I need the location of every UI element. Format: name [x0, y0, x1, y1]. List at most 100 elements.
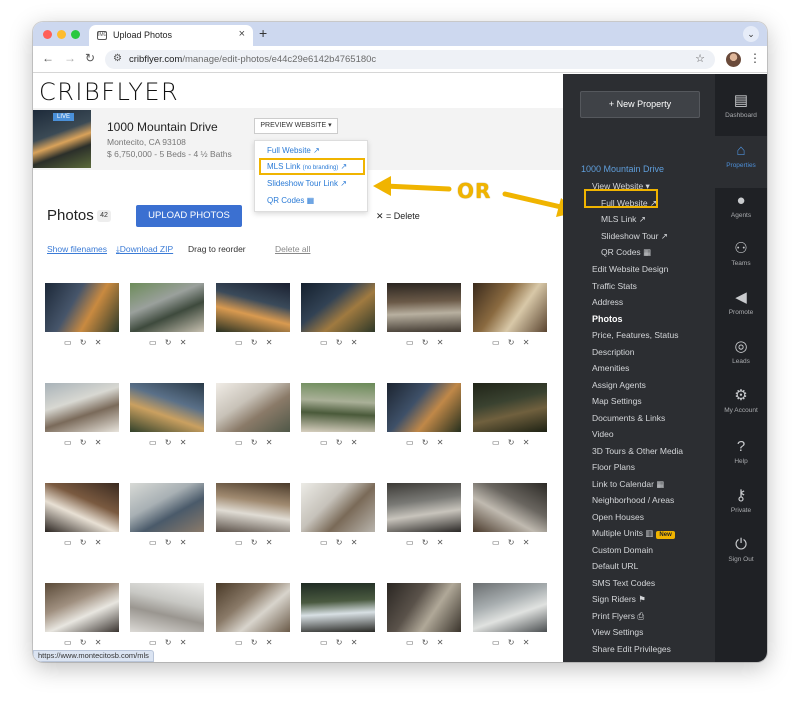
rotate-icon[interactable]: ↻: [336, 338, 351, 347]
cribflyer-logo[interactable]: CRIBFLYER: [39, 78, 179, 106]
nav-item-properties[interactable]: ⌂ Properties: [715, 142, 767, 169]
photo-thumbnail[interactable]: [45, 483, 119, 532]
nav-item-teams[interactable]: ⚇ Teams: [715, 240, 767, 267]
sidebar-item-default-url[interactable]: Default URL: [592, 561, 638, 571]
rotate-icon[interactable]: ↻: [508, 338, 523, 347]
photo-thumbnail[interactable]: [387, 283, 461, 332]
preview-website-button[interactable]: PREVIEW WEBSITE ▾: [254, 118, 338, 134]
sidebar-item-link-to-calendar[interactable]: Link to Calendar ▦: [592, 479, 664, 490]
rotate-icon[interactable]: ↻: [80, 438, 95, 447]
delete-all-link[interactable]: Delete all: [275, 244, 310, 254]
rotate-icon[interactable]: ↻: [251, 338, 266, 347]
delete-icon[interactable]: ✕: [95, 538, 105, 547]
rotate-icon[interactable]: ↻: [165, 538, 180, 547]
close-window-button[interactable]: [43, 30, 52, 39]
comment-icon[interactable]: ▭: [492, 338, 508, 347]
sidebar-item-address[interactable]: Address: [592, 297, 623, 307]
comment-icon[interactable]: ▭: [406, 638, 422, 647]
delete-icon[interactable]: ✕: [95, 338, 105, 347]
nav-item-sign-out[interactable]: ⏻ Sign Out: [715, 536, 767, 563]
delete-icon[interactable]: ✕: [351, 438, 361, 447]
dropdown-item-full-website[interactable]: Full Website ↗: [267, 146, 320, 155]
sidebar-item-3d-tours-other-media[interactable]: 3D Tours & Other Media: [592, 446, 683, 456]
minimize-window-button[interactable]: [57, 30, 66, 39]
sidebar-item-assign-agents[interactable]: Assign Agents: [592, 380, 646, 390]
delete-icon[interactable]: ✕: [180, 538, 190, 547]
sidebar-item-custom-domain[interactable]: Custom Domain: [592, 545, 653, 555]
delete-icon[interactable]: ✕: [437, 538, 447, 547]
rotate-icon[interactable]: ↻: [165, 438, 180, 447]
photo-thumbnail[interactable]: [130, 483, 204, 532]
comment-icon[interactable]: ▭: [406, 438, 422, 447]
delete-icon[interactable]: ✕: [180, 638, 190, 647]
delete-icon[interactable]: ✕: [437, 638, 447, 647]
rotate-icon[interactable]: ↻: [80, 638, 95, 647]
new-property-button[interactable]: + New Property: [580, 91, 700, 118]
sidebar-item-traffic-stats[interactable]: Traffic Stats: [592, 281, 637, 291]
rotate-icon[interactable]: ↻: [251, 538, 266, 547]
comment-icon[interactable]: ▭: [64, 538, 80, 547]
maximize-window-button[interactable]: [71, 30, 80, 39]
photo-thumbnail[interactable]: [387, 483, 461, 532]
photo-thumbnail[interactable]: [216, 583, 290, 632]
nav-item-agents[interactable]: ● Agents: [715, 192, 767, 219]
rotate-icon[interactable]: ↻: [422, 338, 437, 347]
delete-icon[interactable]: ✕: [266, 438, 276, 447]
rotate-icon[interactable]: ↻: [422, 438, 437, 447]
comment-icon[interactable]: ▭: [235, 638, 251, 647]
photo-thumbnail[interactable]: [45, 283, 119, 332]
photo-thumbnail[interactable]: [216, 383, 290, 432]
delete-icon[interactable]: ✕: [523, 438, 533, 447]
photo-thumbnail[interactable]: [301, 483, 375, 532]
delete-icon[interactable]: ✕: [266, 538, 276, 547]
comment-icon[interactable]: ▭: [320, 638, 336, 647]
photo-thumbnail[interactable]: [216, 483, 290, 532]
dropdown-item-qr-codes[interactable]: QR Codes ▦: [267, 196, 314, 205]
photo-thumbnail[interactable]: [301, 383, 375, 432]
rotate-icon[interactable]: ↻: [251, 438, 266, 447]
photo-thumbnail[interactable]: [473, 583, 547, 632]
comment-icon[interactable]: ▭: [64, 638, 80, 647]
comment-icon[interactable]: ▭: [149, 638, 165, 647]
rotate-icon[interactable]: ↻: [508, 438, 523, 447]
rotate-icon[interactable]: ↻: [508, 538, 523, 547]
sidebar-item-share-edit-privileges[interactable]: Share Edit Privileges: [592, 644, 671, 654]
comment-icon[interactable]: ▭: [320, 438, 336, 447]
nav-item-my-account[interactable]: ⚙ My Account: [715, 387, 767, 414]
sidebar-item-slideshow-tour[interactable]: Slideshow Tour ↗: [601, 231, 668, 242]
comment-icon[interactable]: ▭: [235, 538, 251, 547]
rotate-icon[interactable]: ↻: [422, 538, 437, 547]
comment-icon[interactable]: ▭: [406, 338, 422, 347]
rotate-icon[interactable]: ↻: [251, 638, 266, 647]
sidebar-item-qr-codes[interactable]: QR Codes ▦: [601, 247, 651, 258]
photo-thumbnail[interactable]: [130, 283, 204, 332]
tab-close-icon[interactable]: ×: [239, 28, 245, 40]
photo-thumbnail[interactable]: [130, 583, 204, 632]
sidebar-item-documents-links[interactable]: Documents & Links: [592, 413, 665, 423]
delete-icon[interactable]: ✕: [523, 638, 533, 647]
delete-icon[interactable]: ✕: [437, 438, 447, 447]
forward-button[interactable]: →: [64, 51, 76, 65]
nav-item-promote[interactable]: ◀ Promote: [715, 289, 767, 316]
comment-icon[interactable]: ▭: [149, 338, 165, 347]
sidebar-item-open-houses[interactable]: Open Houses: [592, 512, 644, 522]
upload-photos-button[interactable]: UPLOAD PHOTOS: [136, 205, 242, 227]
photo-thumbnail[interactable]: [301, 283, 375, 332]
delete-icon[interactable]: ✕: [351, 538, 361, 547]
nav-item-help[interactable]: ? Help: [715, 438, 767, 465]
sidebar-item-sign-riders[interactable]: Sign Riders ⚑: [592, 594, 646, 605]
comment-icon[interactable]: ▭: [406, 538, 422, 547]
sidebar-item-slideshow-options[interactable]: Slideshow Options: [592, 660, 662, 662]
photo-thumbnail[interactable]: [45, 583, 119, 632]
sidebar-item-photos[interactable]: Photos: [592, 314, 623, 324]
sidebar-item-amenities[interactable]: Amenities: [592, 363, 629, 373]
delete-icon[interactable]: ✕: [266, 338, 276, 347]
sidebar-item-floor-plans[interactable]: Floor Plans: [592, 462, 635, 472]
nav-item-leads[interactable]: ◎ Leads: [715, 338, 767, 365]
sidebar-item-video[interactable]: Video: [592, 429, 614, 439]
profile-avatar[interactable]: [726, 52, 741, 67]
site-info-icon[interactable]: ⚙: [113, 53, 122, 64]
photo-thumbnail[interactable]: [216, 283, 290, 332]
comment-icon[interactable]: ▭: [492, 638, 508, 647]
comment-icon[interactable]: ▭: [320, 338, 336, 347]
